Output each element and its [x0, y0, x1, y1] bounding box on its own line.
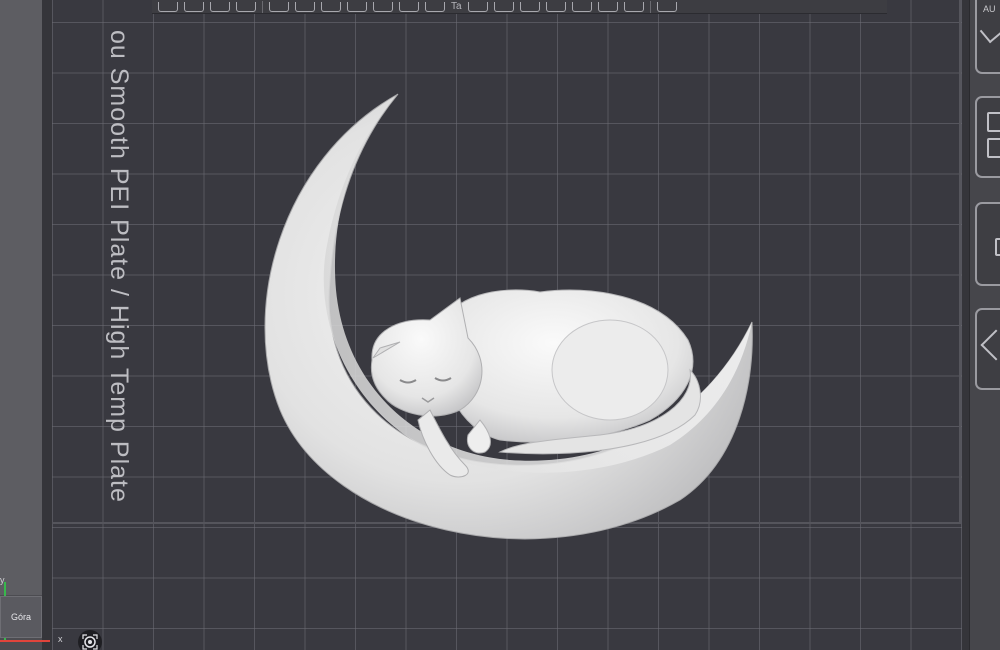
mesh-boolean-icon[interactable]	[623, 1, 644, 12]
seam-icon[interactable]	[399, 1, 419, 12]
emboss-icon[interactable]	[571, 1, 592, 12]
move-icon[interactable]	[269, 1, 289, 12]
variable-layer-icon[interactable]	[545, 1, 566, 12]
split-icon[interactable]	[493, 1, 514, 12]
slicer-window: ou Smooth PEI Plate / High Temp Plate Ta…	[0, 0, 1000, 650]
axis-x-label: x	[58, 634, 63, 644]
layers-icon	[987, 112, 1000, 132]
settings-icon	[995, 238, 1000, 256]
scale-icon[interactable]	[321, 1, 341, 12]
plate-name-label: ou Smooth PEI Plate / High Temp Plate	[105, 30, 133, 503]
auto-label: AU	[983, 4, 996, 14]
layout-icon[interactable]	[236, 1, 256, 12]
axis-x-line	[0, 640, 50, 642]
auto-orient-tab[interactable]: AU	[975, 0, 1000, 74]
left-panel	[0, 0, 42, 595]
layers-icon	[987, 138, 1000, 158]
cat-haunch	[551, 319, 669, 421]
measure-icon[interactable]	[467, 1, 488, 12]
cut-icon[interactable]	[347, 1, 367, 12]
top-toolbar: Ta	[152, 0, 887, 14]
assembly-icon[interactable]	[519, 1, 540, 12]
right-panel: AU	[969, 0, 1000, 650]
toolbar-separator	[649, 0, 651, 13]
hexagon-icon	[980, 329, 1000, 361]
add-plate-icon[interactable]	[158, 1, 178, 12]
rotate-icon[interactable]	[295, 1, 315, 12]
objects-tab[interactable]	[975, 96, 1000, 178]
paint-icon[interactable]	[425, 1, 445, 12]
support-icon[interactable]	[373, 1, 393, 12]
arrange-icon[interactable]	[184, 1, 204, 12]
brim-icon[interactable]	[597, 1, 618, 12]
recenter-view-button[interactable]	[78, 630, 102, 650]
view-cube-label: Góra	[10, 612, 31, 622]
text-tool-button[interactable]: Ta	[451, 1, 462, 12]
plate-settings-tab[interactable]	[975, 308, 1000, 390]
process-tab[interactable]	[975, 202, 1000, 286]
view-icon[interactable]	[656, 1, 677, 12]
cat-on-moon-model[interactable]	[240, 80, 780, 570]
axis-y-label: y	[0, 575, 5, 585]
recenter-icon	[82, 634, 98, 650]
toolbar-separator	[262, 0, 263, 13]
orient-icon[interactable]	[210, 1, 230, 12]
pencil-icon	[979, 20, 1000, 44]
